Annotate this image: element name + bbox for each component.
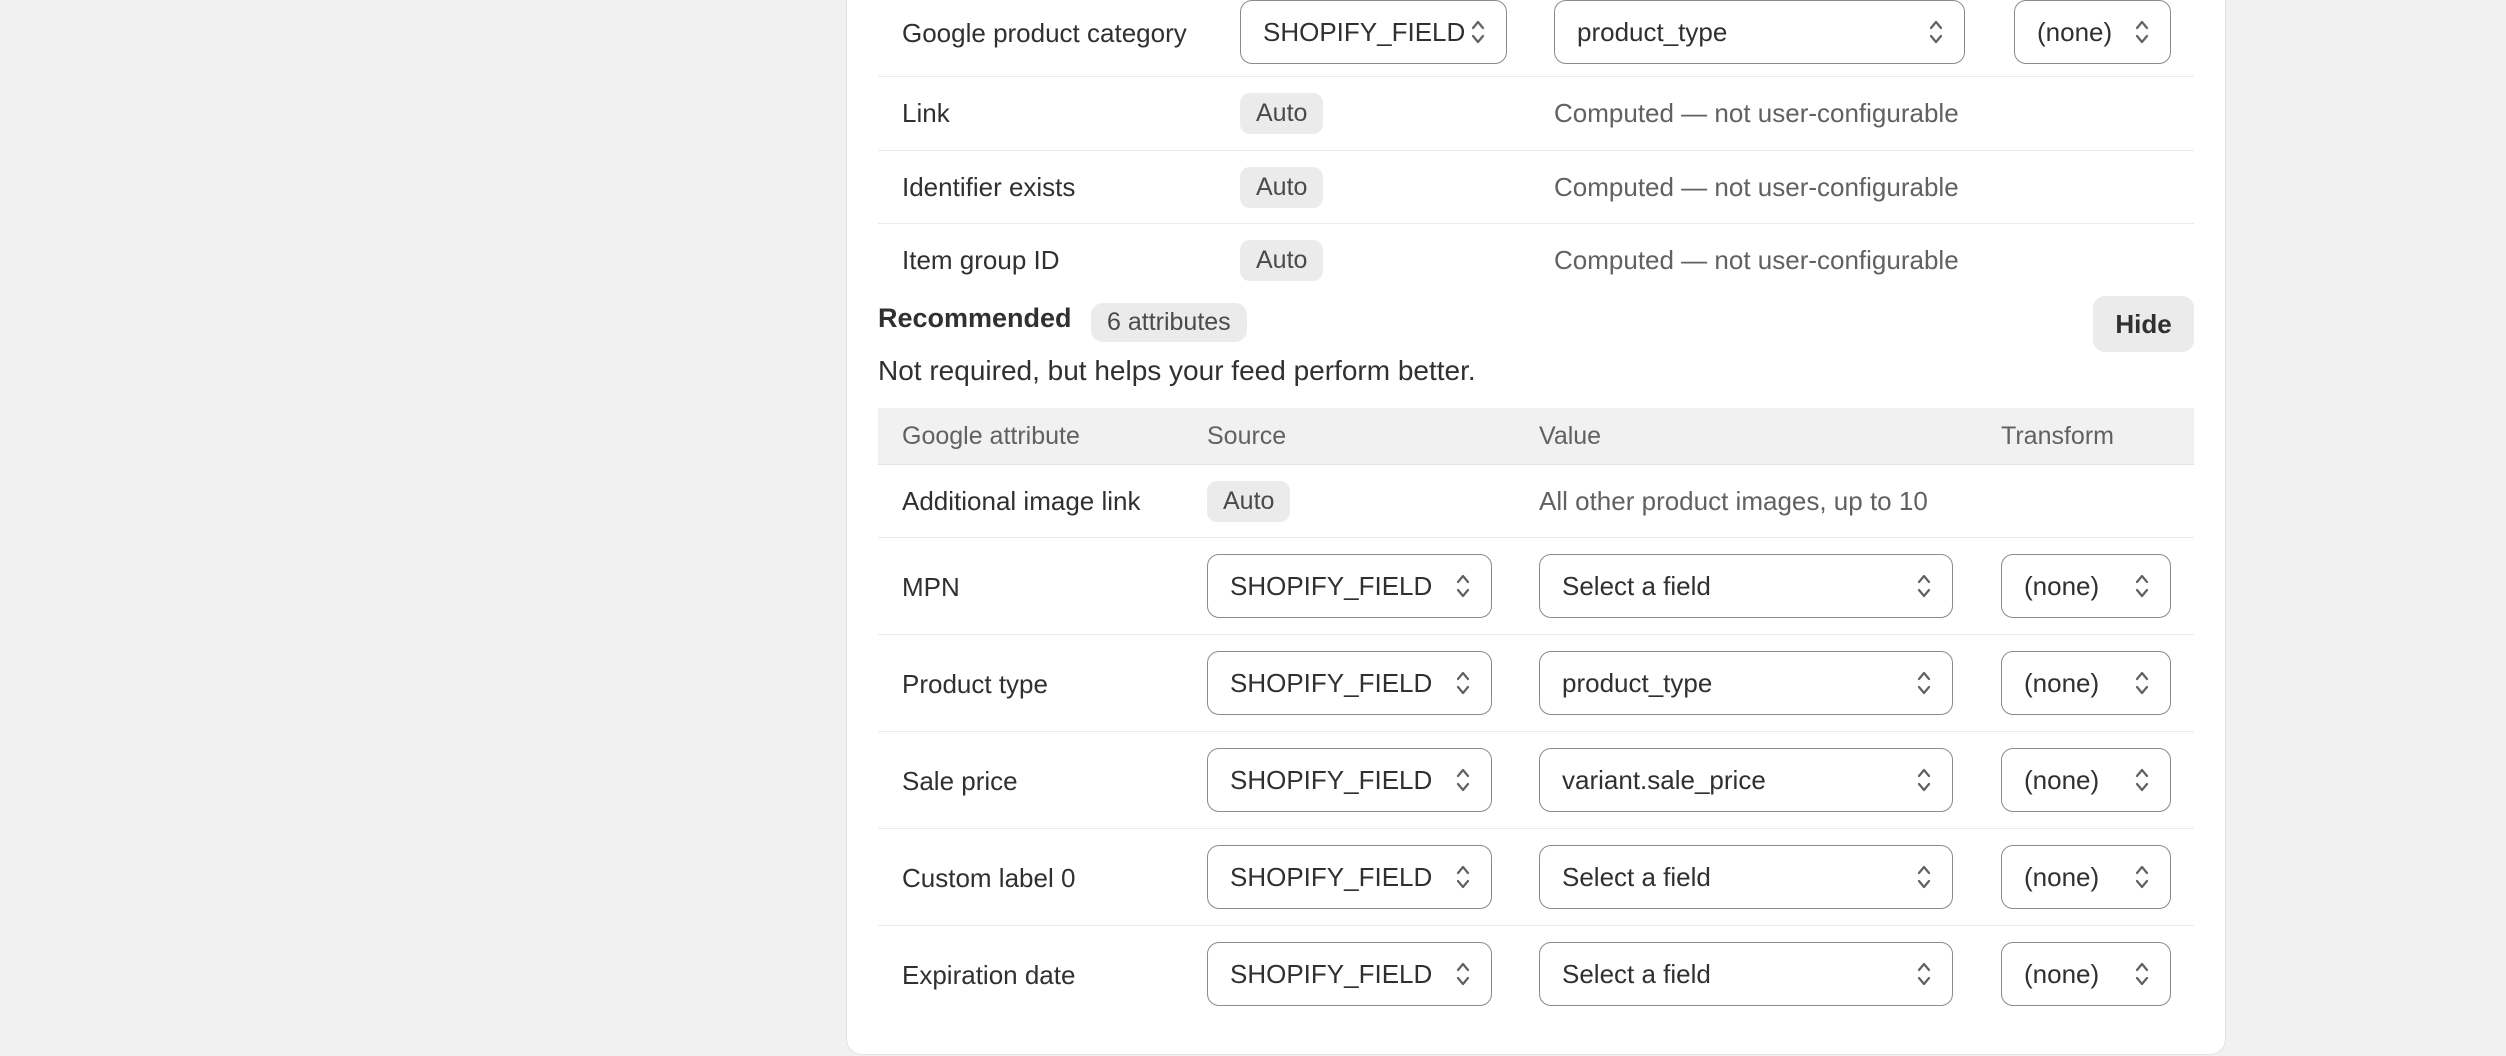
- transform-select[interactable]: (none): [2001, 942, 2171, 1006]
- table-row: Custom label 0 SHOPIFY_FIELD Select a fiel…: [878, 829, 2194, 926]
- hide-button[interactable]: Hide: [2093, 296, 2194, 352]
- value-select-value: product_type: [1577, 16, 1728, 47]
- chevron-up-down-icon: [1917, 574, 1931, 598]
- table-row: Item group ID Auto Computed — not user-c…: [878, 224, 2194, 284]
- chevron-up-down-icon: [1917, 962, 1931, 986]
- transform-select-value: (none): [2024, 861, 2100, 892]
- transform-select[interactable]: (none): [2001, 651, 2171, 715]
- computed-note: Computed — not user-configurable: [1554, 98, 1959, 128]
- chevron-up-down-icon: [1456, 865, 1470, 889]
- source-select-value: SHOPIFY_FIELD: [1230, 667, 1433, 698]
- value-select-value: product_type: [1562, 667, 1713, 698]
- value-select[interactable]: product_type: [1554, 0, 1965, 64]
- transform-select[interactable]: (none): [2001, 554, 2171, 618]
- attribute-label: Item group ID: [902, 245, 1060, 275]
- attribute-label: Sale price: [902, 766, 1018, 796]
- auto-badge: Auto: [1240, 93, 1324, 134]
- attribute-label: Custom label 0: [902, 863, 1076, 893]
- transform-select-value: (none): [2037, 16, 2113, 47]
- table-header: Google attribute Source Value Transform: [878, 408, 2194, 465]
- chevron-up-down-icon: [2135, 962, 2149, 986]
- transform-select[interactable]: (none): [2001, 748, 2171, 812]
- transform-select[interactable]: (none): [2014, 0, 2171, 64]
- column-header-transform: Transform: [2001, 422, 2114, 450]
- table-row: Expiration date SHOPIFY_FIELD Select a fie…: [878, 926, 2194, 1023]
- chevron-up-down-icon: [2135, 671, 2149, 695]
- transform-select-value: (none): [2024, 570, 2100, 601]
- chevron-up-down-icon: [2135, 865, 2149, 889]
- transform-select[interactable]: (none): [2001, 845, 2171, 909]
- source-select-value: SHOPIFY_FIELD: [1230, 764, 1433, 795]
- chevron-up-down-icon: [1917, 865, 1931, 889]
- chevron-up-down-icon: [1456, 671, 1470, 695]
- attribute-label: Product type: [902, 669, 1048, 699]
- chevron-up-down-icon: [2135, 574, 2149, 598]
- source-select[interactable]: SHOPIFY_FIELD: [1207, 554, 1492, 618]
- chevron-up-down-icon: [1471, 20, 1485, 44]
- computed-note: Computed — not user-configurable: [1554, 245, 1959, 275]
- attribute-count-badge: 6 attributes: [1091, 303, 1247, 342]
- source-select[interactable]: SHOPIFY_FIELD: [1207, 845, 1492, 909]
- source-select-value: SHOPIFY_FIELD: [1263, 16, 1466, 47]
- value-select-value: Select a field: [1562, 958, 1711, 989]
- attribute-label: Additional image link: [902, 486, 1141, 516]
- computed-note: Computed — not user-configurable: [1554, 172, 1959, 202]
- chevron-up-down-icon: [1929, 20, 1943, 44]
- table-row: Additional image link Auto All other pro…: [878, 465, 2194, 538]
- source-select-value: SHOPIFY_FIELD: [1230, 570, 1433, 601]
- table-row: Sale price SHOPIFY_FIELD variant.sale_pric…: [878, 732, 2194, 829]
- chevron-up-down-icon: [1456, 768, 1470, 792]
- source-select[interactable]: SHOPIFY_FIELD: [1207, 942, 1492, 1006]
- column-header-value: Value: [1539, 422, 1602, 450]
- value-select[interactable]: product_type: [1539, 651, 1953, 715]
- section-title: Recommended: [878, 303, 1072, 333]
- table-row: Product type SHOPIFY_FIELD product_type (no…: [878, 635, 2194, 732]
- attribute-label: Expiration date: [902, 960, 1076, 990]
- chevron-up-down-icon: [1917, 768, 1931, 792]
- attribute-label: Identifier exists: [902, 172, 1076, 202]
- chevron-up-down-icon: [1456, 962, 1470, 986]
- attribute-label: Link: [902, 98, 950, 128]
- table-row: Link Auto Computed — not user-configurab…: [878, 77, 2194, 151]
- table-row: MPN SHOPIFY_FIELD Select a field (none): [878, 538, 2194, 635]
- table-row: Identifier exists Auto Computed — not us…: [878, 151, 2194, 224]
- column-header-source: Source: [1207, 422, 1287, 450]
- value-select-value: variant.sale_price: [1562, 764, 1766, 795]
- column-header-attribute: Google attribute: [902, 422, 1080, 450]
- chevron-up-down-icon: [2135, 20, 2149, 44]
- section-description: Not required, but helps your feed perfor…: [878, 355, 1476, 386]
- attribute-label: MPN: [902, 572, 960, 602]
- auto-badge: Auto: [1240, 167, 1324, 208]
- table-row: Google product category SHOPIFY_FIELD pr…: [878, 0, 2194, 77]
- source-select[interactable]: SHOPIFY_FIELD: [1207, 748, 1492, 812]
- source-select-value: SHOPIFY_FIELD: [1230, 958, 1433, 989]
- value-select[interactable]: Select a field: [1539, 554, 1953, 618]
- chevron-up-down-icon: [2135, 768, 2149, 792]
- value-select[interactable]: Select a field: [1539, 845, 1953, 909]
- transform-select-value: (none): [2024, 667, 2100, 698]
- transform-select-value: (none): [2024, 764, 2100, 795]
- attribute-label: Google product category: [902, 18, 1187, 48]
- chevron-up-down-icon: [1917, 671, 1931, 695]
- transform-select-value: (none): [2024, 958, 2100, 989]
- auto-badge: Auto: [1207, 481, 1291, 522]
- value-select-value: Select a field: [1562, 861, 1711, 892]
- source-select-value: SHOPIFY_FIELD: [1230, 861, 1433, 892]
- auto-badge: Auto: [1240, 240, 1324, 281]
- source-select[interactable]: SHOPIFY_FIELD: [1240, 0, 1507, 64]
- source-select[interactable]: SHOPIFY_FIELD: [1207, 651, 1492, 715]
- value-select[interactable]: Select a field: [1539, 942, 1953, 1006]
- value-select[interactable]: variant.sale_price: [1539, 748, 1953, 812]
- chevron-up-down-icon: [1456, 574, 1470, 598]
- computed-note: All other product images, up to 10: [1539, 486, 1928, 516]
- value-select-value: Select a field: [1562, 570, 1711, 601]
